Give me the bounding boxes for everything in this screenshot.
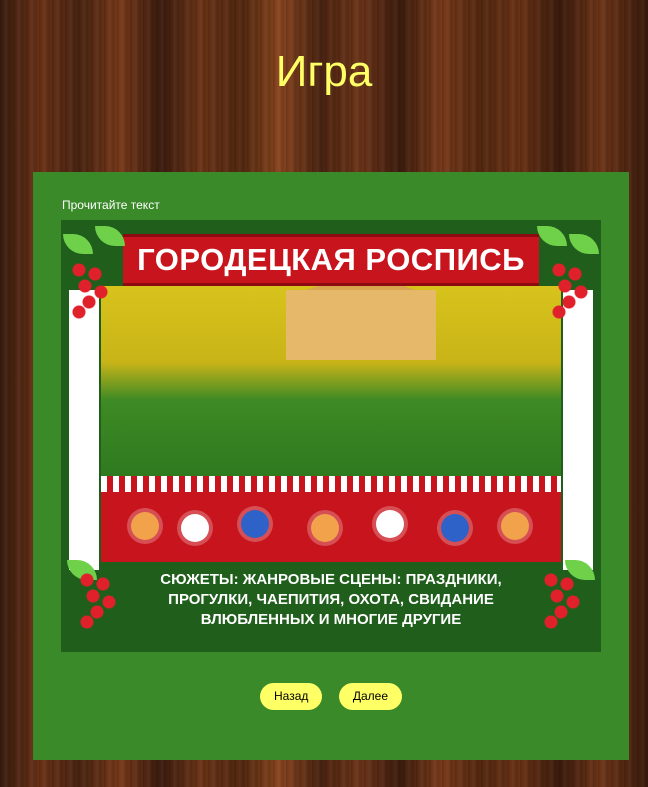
page-title: Игра bbox=[275, 47, 373, 96]
flower-ornament bbox=[311, 514, 339, 542]
poster-side-left bbox=[69, 290, 99, 570]
berries-ornament bbox=[541, 570, 585, 630]
flower-ornament bbox=[441, 514, 469, 542]
back-button[interactable]: Назад bbox=[260, 683, 323, 710]
berries-ornament bbox=[77, 570, 121, 630]
berries-ornament bbox=[549, 260, 593, 320]
building-illustration bbox=[286, 272, 436, 360]
leaf-ornament bbox=[63, 234, 93, 254]
leaf-ornament bbox=[537, 226, 567, 246]
game-panel: Прочитайте текст ГОРОДЕЦКАЯ РОСПИСЬ СЮЖЕ… bbox=[33, 172, 629, 760]
next-button[interactable]: Далее bbox=[338, 683, 402, 710]
poster-scene bbox=[101, 272, 561, 476]
flower-ornament bbox=[181, 514, 209, 542]
flower-ornament bbox=[501, 512, 529, 540]
leaf-ornament bbox=[569, 234, 599, 254]
poster-ornament-strip bbox=[101, 476, 561, 492]
poster-flower-band bbox=[101, 492, 561, 562]
berries-ornament bbox=[69, 260, 113, 320]
poster-image: ГОРОДЕЦКАЯ РОСПИСЬ СЮЖЕТЫ: ЖАНРОВЫЕ СЦЕН… bbox=[61, 220, 601, 652]
navigation-bar: Назад Далее bbox=[33, 683, 629, 710]
instruction-text: Прочитайте текст bbox=[62, 198, 160, 212]
caption-line: СЮЖЕТЫ: ЖАНРОВЫЕ СЦЕНЫ: ПРАЗДНИКИ, bbox=[160, 571, 502, 588]
caption-line: ПРОГУЛКИ, ЧАЕПИТИЯ, ОХОТА, СВИДАНИЕ bbox=[168, 591, 494, 608]
poster-banner-title: ГОРОДЕЦКАЯ РОСПИСЬ bbox=[123, 234, 539, 286]
poster-caption: СЮЖЕТЫ: ЖАНРОВЫЕ СЦЕНЫ: ПРАЗДНИКИ, ПРОГУ… bbox=[121, 570, 541, 630]
flower-ornament bbox=[241, 510, 269, 538]
caption-line: ВЛЮБЛЕННЫХ И МНОГИЕ ДРУГИЕ bbox=[200, 611, 462, 628]
leaf-ornament bbox=[95, 226, 125, 246]
poster-side-right bbox=[563, 290, 593, 570]
flower-ornament bbox=[376, 510, 404, 538]
flower-ornament bbox=[131, 512, 159, 540]
